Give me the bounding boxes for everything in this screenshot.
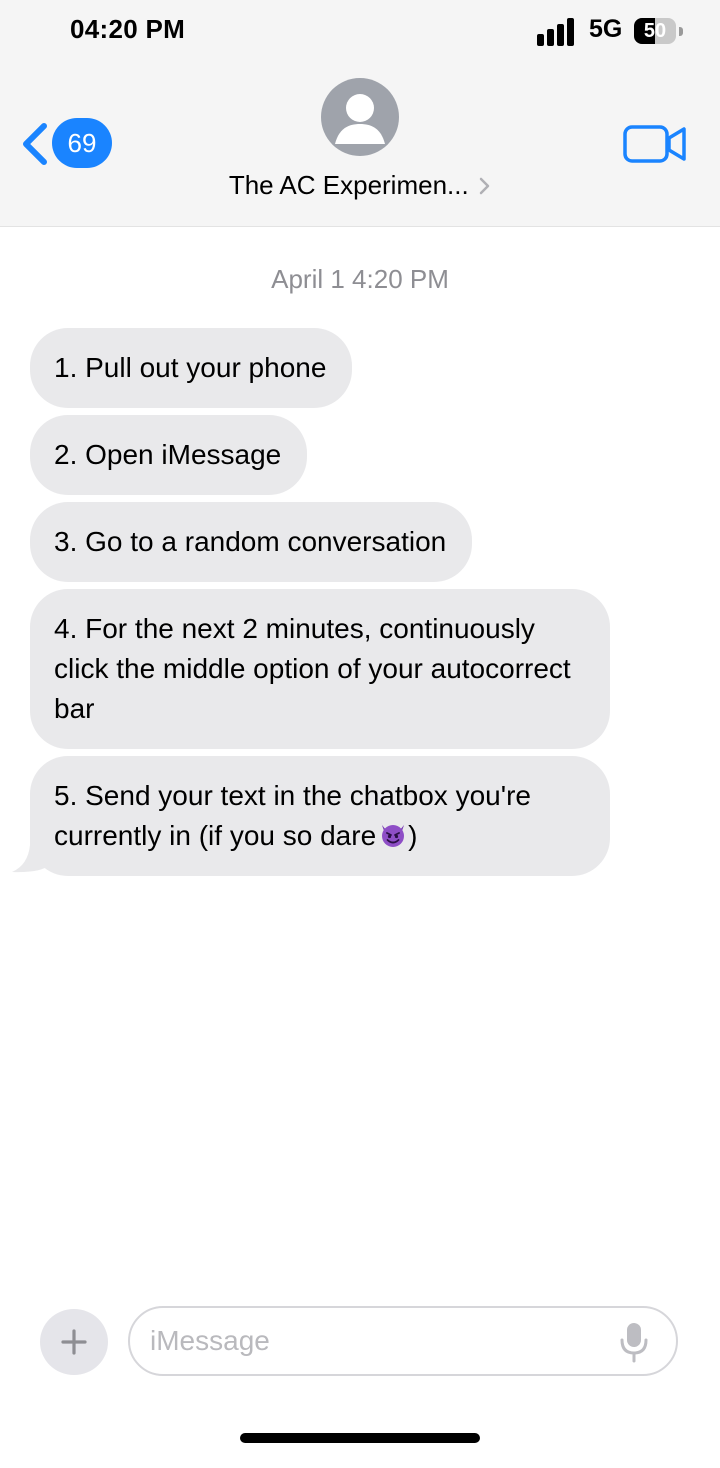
microphone-icon[interactable]	[618, 1320, 650, 1364]
bubble-tail	[12, 835, 50, 873]
contact-details-button[interactable]: The AC Experimen...	[0, 170, 720, 201]
smiling-face-with-horns-icon	[381, 823, 406, 847]
message-bubble[interactable]: 5. Send your text in the chatbox you're …	[30, 756, 610, 876]
back-button[interactable]: 69	[18, 116, 112, 172]
apps-plus-button[interactable]	[40, 1309, 108, 1375]
message-text: 1. Pull out your phone	[54, 352, 327, 383]
message-text: 3. Go to a random conversation	[54, 526, 447, 557]
message-bubble[interactable]: 4. For the next 2 minutes, continuously …	[30, 589, 610, 749]
status-time: 04:20 PM	[70, 14, 186, 44]
message-text: 5. Send your text in the chatbox you're …	[54, 780, 531, 851]
video-call-icon[interactable]	[622, 122, 688, 166]
message-text: 2. Open iMessage	[54, 439, 282, 470]
message-bubble[interactable]: 1. Pull out your phone	[30, 328, 353, 408]
plus-icon	[61, 1329, 87, 1355]
network-type: 5G	[589, 15, 623, 43]
message-text: 4. For the next 2 minutes, continuously …	[54, 613, 571, 724]
avatar-person-icon	[335, 94, 385, 144]
message-input[interactable]: iMessage	[128, 1306, 678, 1376]
message-input-placeholder: iMessage	[150, 1325, 270, 1356]
navigation-header: 04:20 PM 5G 50 69 The AC Experimen...	[0, 0, 720, 227]
battery-icon: 50	[634, 18, 684, 46]
back-chevron-icon	[23, 123, 47, 165]
messages-screen: 04:20 PM 5G 50 69 The AC Experimen... Ap…	[0, 0, 720, 1468]
message-timestamp: April 1 4:20 PM	[271, 264, 449, 294]
home-indicator[interactable]	[240, 1433, 480, 1443]
contact-chevron-icon	[479, 177, 490, 194]
contact-avatar[interactable]	[321, 78, 399, 156]
message-bubble[interactable]: 3. Go to a random conversation	[30, 502, 473, 582]
battery-percent: 50	[643, 20, 667, 42]
message-bubble[interactable]: 2. Open iMessage	[30, 415, 308, 495]
unread-count-badge: 69	[52, 118, 112, 168]
message-text-suffix: )	[408, 820, 418, 851]
message-thread: 1. Pull out your phone 2. Open iMessage …	[30, 328, 630, 876]
signal-bars-icon	[537, 18, 574, 46]
contact-name: The AC Experimen...	[228, 170, 469, 200]
